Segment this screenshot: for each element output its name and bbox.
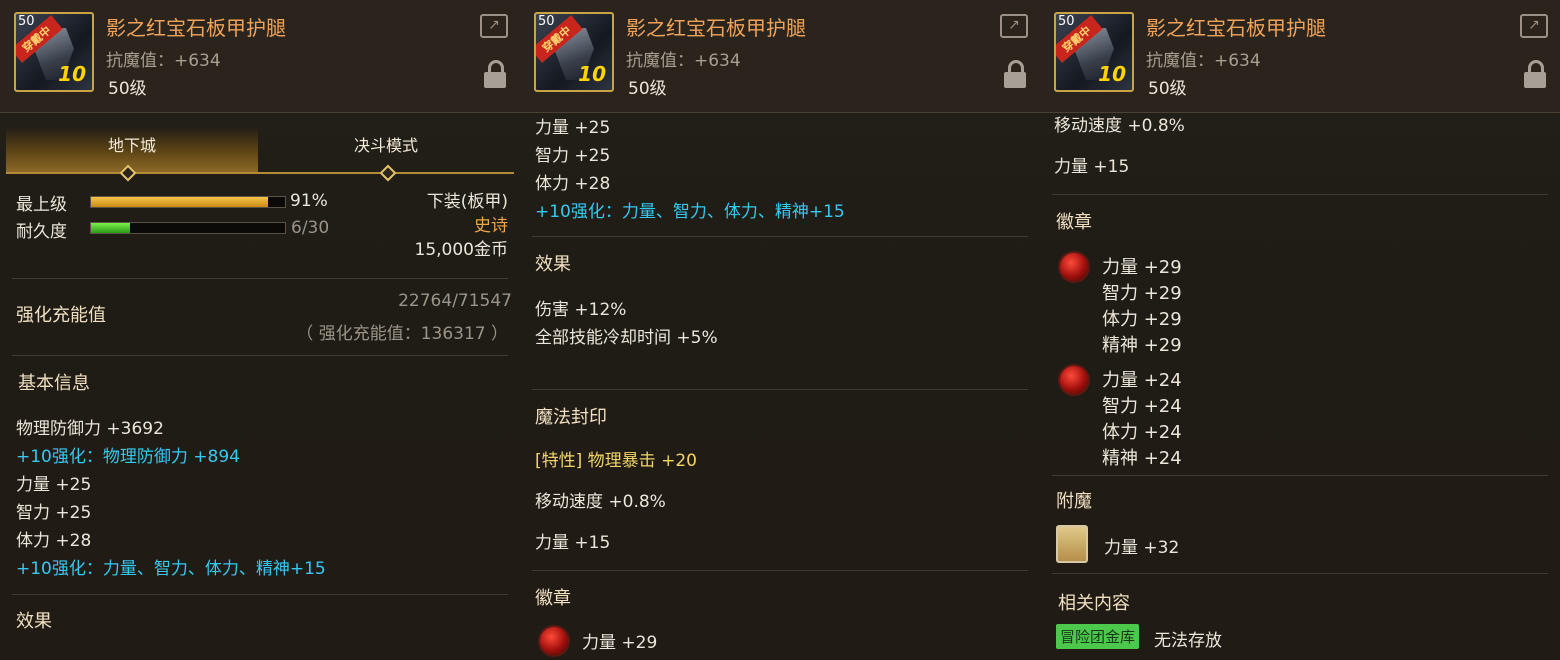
divider	[1052, 475, 1548, 476]
seal-str: 力量 +15	[1054, 157, 1130, 177]
reinforce-charge-progress: 22764/71547	[398, 291, 512, 311]
stat-vit: 体力 +28	[535, 174, 611, 194]
durability-bar	[90, 222, 286, 234]
emblem-stat: 力量 +29	[1102, 257, 1182, 278]
item-level: 50级	[1148, 79, 1187, 99]
item-tooltip-panel-2: 50 穿戴中 10 影之红宝石板甲护腿 抗魔值：+634 50级 ↗ 力量 +2…	[520, 0, 1041, 660]
top-grade-value: 91%	[290, 191, 328, 211]
tab-underline	[6, 172, 514, 174]
share-icon[interactable]: ↗	[1000, 14, 1028, 38]
phys-def: 物理防御力 +3692	[16, 419, 164, 439]
icon-level: 50	[1058, 14, 1075, 29]
divider	[12, 594, 508, 595]
emblem-stat: 智力 +29	[1102, 283, 1182, 304]
divider	[532, 389, 1028, 390]
reinforce-charge-detail: （ 强化充能值：136317 ）	[296, 324, 508, 344]
reinforce-charge-label: 强化充能值	[16, 305, 106, 326]
enchant-value: 力量 +32	[1104, 538, 1180, 558]
item-name: 影之红宝石板甲护腿	[106, 16, 286, 40]
item-header: 50 穿戴中 10 影之红宝石板甲护腿 抗魔值：+634 50级 ↗	[1040, 0, 1560, 113]
emblem-stat: 精神 +29	[1102, 335, 1182, 356]
emblem-stat: 智力 +24	[1102, 396, 1182, 417]
seal-move-speed: 移动速度 +0.8%	[1054, 116, 1185, 136]
item-icon: 50 穿戴中 10	[534, 12, 614, 92]
enchant-card-icon	[1056, 525, 1088, 563]
emblem-stat: 体力 +29	[1102, 309, 1182, 330]
enchant-title: 附魔	[1056, 491, 1092, 512]
item-level: 50级	[108, 79, 147, 99]
item-icon: 50 穿戴中 10	[1054, 12, 1134, 92]
emblem-stat: 力量 +24	[1102, 370, 1182, 391]
share-icon[interactable]: ↗	[1520, 14, 1548, 38]
item-icon: 50 穿戴中 10	[14, 12, 94, 92]
share-icon[interactable]: ↗	[480, 14, 508, 38]
item-header: 50 穿戴中 10 影之红宝石板甲护腿 抗魔值：+634 50级 ↗	[0, 0, 520, 113]
top-grade-label: 最上级	[16, 195, 67, 215]
reinforce-stats: +10强化：力量、智力、体力、精神+15	[16, 559, 326, 579]
magic-resist: 抗魔值：+634	[626, 51, 741, 71]
magic-seal-title: 魔法封印	[535, 407, 607, 428]
stat-vit: 体力 +28	[16, 531, 92, 551]
magic-resist: 抗魔值：+634	[1146, 51, 1261, 71]
divider	[1052, 573, 1548, 574]
related-note: 无法存放	[1154, 631, 1222, 651]
magic-resist: 抗魔值：+634	[106, 51, 221, 71]
item-header: 50 穿戴中 10 影之红宝石板甲护腿 抗魔值：+634 50级 ↗	[520, 0, 1040, 113]
stat-int: 智力 +25	[535, 146, 611, 166]
red-emblem-icon	[538, 625, 570, 657]
item-level: 50级	[628, 79, 667, 99]
divider	[532, 236, 1028, 237]
tooltip-body: 地下城 决斗模式 最上级 91% 耐久度 6/30 下装(板甲) 史诗 15,0…	[0, 113, 520, 660]
stat-int: 智力 +25	[16, 503, 92, 523]
emblem-title: 徽章	[1056, 212, 1092, 233]
adventure-vault-badge: 冒险团金库	[1056, 624, 1140, 649]
reinforce-level: 10	[58, 62, 86, 86]
divider	[12, 355, 508, 356]
lock-icon[interactable]	[484, 60, 506, 88]
price: 15,000金币	[414, 240, 508, 260]
icon-level: 50	[538, 14, 555, 29]
seal-trait: [特性] 物理暴击 +20	[535, 451, 697, 471]
stat-str: 力量 +25	[16, 475, 92, 495]
emblem-stat: 精神 +24	[1102, 448, 1182, 469]
divider	[532, 570, 1028, 571]
item-name: 影之红宝石板甲护腿	[626, 16, 806, 40]
related-title: 相关内容	[1058, 593, 1130, 614]
reinforce-stats: +10强化：力量、智力、体力、精神+15	[535, 202, 845, 222]
item-tooltip-panel-1: 50 穿戴中 10 影之红宝石板甲护腿 抗魔值：+634 50级 ↗ 地下城 决…	[0, 0, 521, 660]
rarity: 史诗	[474, 216, 508, 236]
tooltip-body: 移动速度 +0.8% 力量 +15 徽章 力量 +29 智力 +29 体力 +2…	[1040, 113, 1560, 660]
divider	[12, 278, 508, 279]
effect-title: 效果	[16, 611, 52, 632]
durability-label: 耐久度	[16, 222, 67, 242]
reinforce-level: 10	[1098, 62, 1126, 86]
effect-cooldown: 全部技能冷却时间 +5%	[535, 328, 718, 348]
tab-dungeon[interactable]: 地下城	[6, 127, 258, 173]
reinforce-def: +10强化：物理防御力 +894	[16, 447, 240, 467]
basic-info-title: 基本信息	[18, 373, 90, 394]
lock-icon[interactable]	[1524, 60, 1546, 88]
slot-type: 下装(板甲)	[426, 192, 508, 212]
divider	[1052, 194, 1548, 195]
stat-str: 力量 +25	[535, 118, 611, 138]
red-emblem-icon	[1058, 251, 1090, 283]
tooltip-body: 力量 +25 智力 +25 体力 +28 +10强化：力量、智力、体力、精神+1…	[520, 113, 1040, 660]
reinforce-level: 10	[578, 62, 606, 86]
item-name: 影之红宝石板甲护腿	[1146, 16, 1326, 40]
emblem-stat: 力量 +29	[582, 633, 658, 653]
effect-title: 效果	[535, 254, 571, 275]
emblem-title: 徽章	[535, 588, 571, 609]
emblem-stat: 体力 +24	[1102, 422, 1182, 443]
top-grade-bar	[90, 196, 286, 208]
item-tooltip-panel-3: 50 穿戴中 10 影之红宝石板甲护腿 抗魔值：+634 50级 ↗ 移动速度 …	[1040, 0, 1560, 660]
icon-level: 50	[18, 14, 35, 29]
effect-damage: 伤害 +12%	[535, 300, 627, 320]
lock-icon[interactable]	[1004, 60, 1026, 88]
seal-str: 力量 +15	[535, 533, 611, 553]
red-emblem-icon	[1058, 364, 1090, 396]
seal-move-speed: 移动速度 +0.8%	[535, 492, 666, 512]
durability-value: 6/30	[291, 218, 330, 238]
